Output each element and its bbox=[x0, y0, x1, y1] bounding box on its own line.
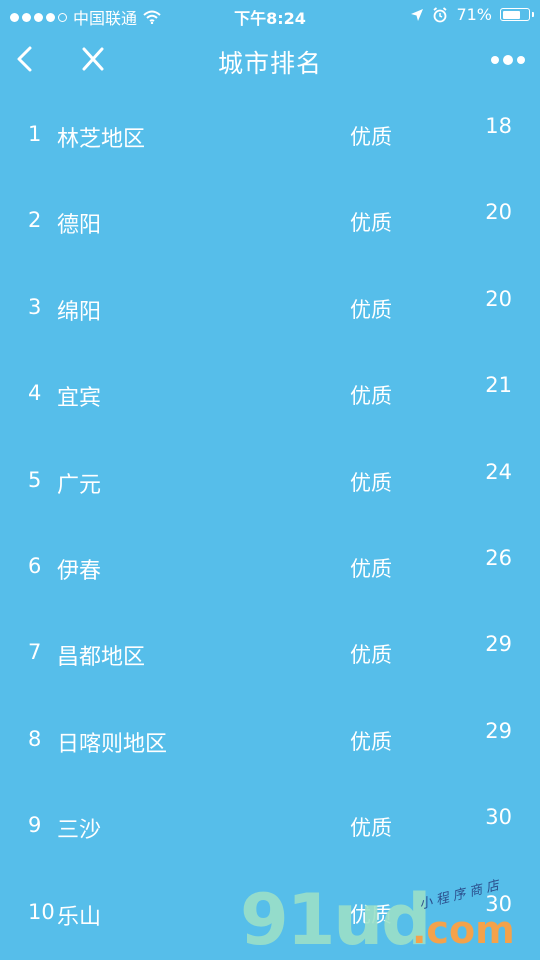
city-name: 德阳 bbox=[57, 213, 102, 239]
battery-percent: 71% bbox=[456, 5, 492, 24]
status-bar-right: 71% bbox=[410, 5, 534, 24]
aqi-value: 20 bbox=[485, 200, 512, 225]
air-quality-label: 优质 bbox=[350, 384, 392, 409]
status-bar: 中国联通 下午8:24 71% bbox=[0, 0, 540, 30]
page-title: 城市排名 bbox=[217, 49, 322, 78]
air-quality-label: 优质 bbox=[350, 729, 392, 754]
list-item[interactable]: 2 德阳 优质 20 bbox=[0, 178, 540, 264]
aqi-value: 30 bbox=[485, 891, 512, 916]
list-item[interactable]: 5 广元 优质 24 bbox=[0, 438, 540, 524]
list-item[interactable]: 3 绵阳 优质 20 bbox=[0, 265, 540, 351]
more-dot-middle bbox=[503, 55, 513, 65]
list-item[interactable]: 1 林芝地区 优质 18 bbox=[0, 92, 540, 178]
city-name: 日喀则地区 bbox=[57, 731, 168, 757]
city-name: 乐山 bbox=[57, 904, 102, 930]
aqi-value: 21 bbox=[485, 373, 512, 398]
rank-number: 5 bbox=[28, 467, 42, 492]
rank-number: 8 bbox=[28, 726, 42, 751]
more-dots-icon bbox=[491, 56, 499, 64]
aqi-value: 29 bbox=[485, 632, 512, 657]
list-item[interactable]: 9 三沙 优质 30 bbox=[0, 783, 540, 869]
air-quality-label: 优质 bbox=[350, 643, 392, 668]
city-name: 伊春 bbox=[57, 558, 102, 584]
air-quality-label: 优质 bbox=[350, 470, 392, 495]
aqi-value: 24 bbox=[485, 459, 512, 484]
air-quality-label: 优质 bbox=[350, 211, 392, 236]
city-name: 绵阳 bbox=[57, 299, 102, 325]
air-quality-label: 优质 bbox=[350, 816, 392, 841]
air-quality-label: 优质 bbox=[350, 297, 392, 322]
city-name: 昌都地区 bbox=[57, 645, 146, 671]
screen: 中国联通 下午8:24 71% 城市排名 1 林芝地区 优质 18 2 德阳 优… bbox=[0, 0, 540, 960]
aqi-value: 26 bbox=[485, 545, 512, 570]
city-name: 广元 bbox=[57, 472, 102, 498]
aqi-value: 20 bbox=[485, 286, 512, 311]
alarm-icon bbox=[433, 6, 447, 22]
city-ranking-list: 1 林芝地区 优质 18 2 德阳 优质 20 3 绵阳 优质 20 4 宜宾 … bbox=[0, 92, 540, 956]
rank-number: 3 bbox=[28, 294, 42, 319]
list-item[interactable]: 6 伊春 优质 26 bbox=[0, 524, 540, 610]
location-arrow-icon bbox=[411, 8, 424, 21]
rank-number: 10 bbox=[28, 899, 55, 924]
nav-bar: 城市排名 bbox=[0, 30, 540, 92]
city-name: 三沙 bbox=[57, 818, 102, 844]
aqi-value: 30 bbox=[485, 805, 512, 830]
city-name: 林芝地区 bbox=[57, 127, 146, 152]
city-name: 宜宾 bbox=[57, 386, 102, 412]
list-item[interactable]: 10 乐山 优质 30 bbox=[0, 870, 540, 956]
rank-number: 7 bbox=[28, 640, 42, 665]
aqi-value: 18 bbox=[485, 114, 512, 138]
rank-number: 1 bbox=[28, 122, 42, 146]
aqi-value: 29 bbox=[485, 718, 512, 743]
air-quality-label: 优质 bbox=[350, 902, 392, 927]
list-item[interactable]: 8 日喀则地区 优质 29 bbox=[0, 697, 540, 783]
air-quality-label: 优质 bbox=[350, 556, 392, 581]
rank-number: 2 bbox=[28, 208, 42, 233]
air-quality-label: 优质 bbox=[350, 125, 392, 149]
more-button[interactable] bbox=[488, 48, 528, 72]
battery-icon bbox=[500, 8, 534, 21]
list-item[interactable]: 4 宜宾 优质 21 bbox=[0, 351, 540, 437]
list-item[interactable]: 7 昌都地区 优质 29 bbox=[0, 610, 540, 696]
rank-number: 9 bbox=[28, 813, 42, 838]
rank-number: 4 bbox=[28, 381, 42, 406]
more-dot-right bbox=[517, 56, 525, 64]
rank-number: 6 bbox=[28, 553, 42, 578]
